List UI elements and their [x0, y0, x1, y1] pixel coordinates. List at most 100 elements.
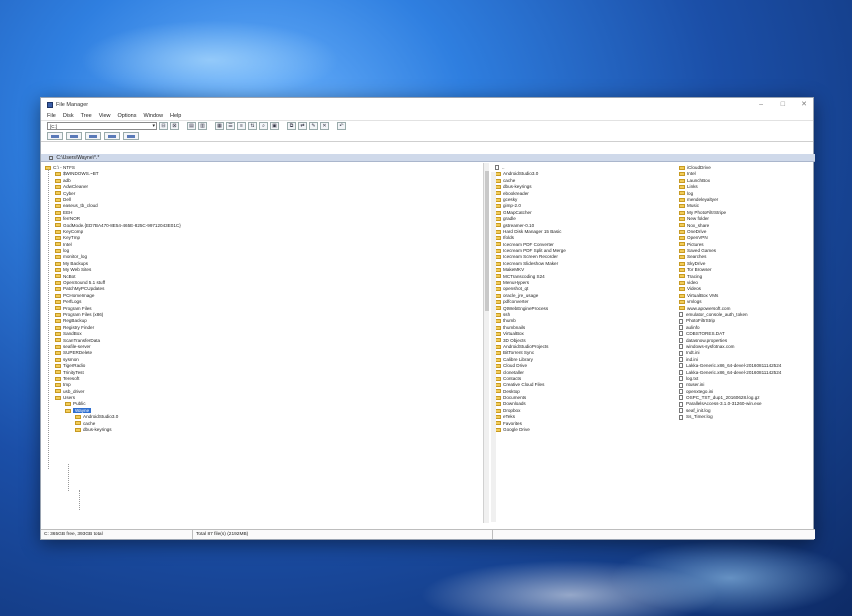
drive-button[interactable] [123, 132, 139, 140]
file-list-item[interactable]: Ss_Timer.log [679, 414, 781, 420]
file-name: ind.ini [686, 356, 699, 362]
tree-item-label: sysmon [63, 356, 79, 362]
tree-scrollbar[interactable] [483, 163, 489, 523]
tree-item[interactable]: dbus-keyrings [41, 427, 488, 433]
folder-icon [55, 293, 61, 298]
file-list-splitter[interactable] [491, 172, 496, 522]
drive-select[interactable]: [C:] ▾ [47, 122, 157, 130]
drive-button[interactable] [85, 132, 101, 140]
tree-item-label: Registry Finder [63, 324, 95, 330]
move-button[interactable]: ⇄ [298, 122, 307, 130]
file-name: ebookreader [503, 190, 529, 196]
folder-icon [55, 178, 61, 183]
disconnect-drive-button[interactable]: ⊠ [170, 122, 179, 130]
tree-item-label: usb_driver [63, 388, 85, 394]
file-icon [679, 331, 683, 337]
file-icon [679, 408, 683, 414]
large-icons-button[interactable]: ▦ [215, 122, 224, 130]
close-button[interactable]: ✕ [801, 101, 807, 109]
properties-button[interactable]: ▣ [270, 122, 279, 130]
menu-help[interactable]: Help [170, 113, 181, 119]
file-name: Videos [687, 286, 701, 292]
folder-icon [55, 268, 61, 273]
folder-icon [55, 344, 61, 349]
file-name: openshot_qt [503, 286, 529, 292]
maximize-button[interactable]: □ [781, 101, 785, 109]
delete-button[interactable]: ✕ [320, 122, 329, 130]
folder-icon [49, 155, 53, 160]
file-icon [679, 414, 683, 420]
drive-button[interactable] [66, 132, 82, 140]
file-icon [679, 395, 683, 401]
file-name: iCloudDrive [687, 165, 711, 170]
file-name: Searches [687, 254, 707, 260]
file-name: mendeleyaltyer [687, 196, 719, 202]
file-name: Icecream Slideshow Maker [503, 260, 559, 266]
menu-window[interactable]: Window [143, 113, 163, 119]
file-name: gcesky [503, 196, 518, 202]
window-title: File Manager [56, 102, 89, 108]
file-name: seaf_init.log [686, 407, 711, 413]
file-list-item[interactable]: Google Drive [495, 427, 566, 433]
folder-icon [679, 255, 685, 260]
list-view-button[interactable]: ☰ [226, 122, 235, 130]
stop-sharing-button[interactable]: ▥ [198, 122, 207, 130]
file-name: Tor Browser [687, 267, 712, 273]
selection-status: Total 87 file(s) (2192MB) [193, 530, 493, 539]
file-name: SkyDrive [687, 260, 706, 266]
folder-icon [55, 312, 61, 317]
file-name: Calibre Library [503, 356, 533, 362]
details-view-button[interactable]: ≡ [237, 122, 246, 130]
directory-tree: C:\ - NTFS $WINDOWS.~BT adb AdwCleaner Cyber… [41, 163, 489, 523]
chevron-down-icon: ▾ [152, 123, 155, 129]
tree-item-label: TigerRadio [63, 363, 86, 369]
file-name: Tracing [687, 273, 703, 279]
sort-button[interactable]: ⇅ [248, 122, 257, 130]
search-button[interactable]: ⌕ [259, 122, 268, 130]
folder-icon [55, 248, 61, 253]
tree-item-label: cache [83, 420, 96, 426]
file-name: PhotoFiltrStrip [686, 318, 716, 324]
file-name: vmlogs [687, 299, 702, 305]
connect-drive-button[interactable]: ⊟ [159, 122, 168, 130]
file-name: clonetaller [503, 369, 524, 375]
undo-button[interactable]: ↶ [337, 122, 346, 130]
file-name: VirtualBox VMs [687, 292, 719, 298]
file-name: datasnow.properties [686, 337, 728, 343]
menu-disk[interactable]: Disk [63, 113, 74, 119]
file-name: ParallelsAccess-3.1.0-31260-win.exe [686, 401, 762, 407]
file-icon [679, 318, 683, 324]
menu-tree[interactable]: Tree [81, 113, 92, 119]
menu-file[interactable]: File [47, 113, 56, 119]
menu-options[interactable]: Options [118, 113, 137, 119]
file-name: gstreamer-0.10 [503, 222, 535, 228]
menu-view[interactable]: View [99, 113, 111, 119]
file-name: Saved Games [687, 248, 717, 254]
file-name: windows-sysfotnax.com [686, 343, 735, 349]
tree-item-label: Dell [63, 196, 71, 202]
drive-button[interactable] [104, 132, 120, 140]
file-icon [679, 344, 683, 350]
file-name: Google Drive [503, 427, 530, 433]
rename-button[interactable]: ✎ [309, 122, 318, 130]
folder-icon [55, 229, 61, 234]
folder-icon [55, 319, 61, 324]
file-name: QtWebEngineProcess [503, 305, 549, 311]
file-name: Links [687, 184, 698, 190]
file-name: dbus-keyrings [503, 184, 532, 190]
copy-button[interactable]: ⧉ [287, 122, 296, 130]
parent-folder-icon [495, 165, 499, 171]
folder-icon [679, 191, 685, 196]
drive-button[interactable] [47, 132, 63, 140]
menu-bar: File Disk Tree View Options Window Help [41, 112, 813, 120]
folder-icon [55, 299, 61, 304]
file-name: Lakka-Generic.x86_64-devel-2016081114252… [686, 369, 782, 375]
file-icon [679, 382, 683, 388]
toolbar: [C:] ▾ ⊟ ⊠ ▤ ▥ ▦ ☰ ≡ ⇅ ⌕ ▣ ⧉ ⇄ ✎ ✕ ↶ [41, 120, 813, 131]
title-bar[interactable]: File Manager – □ ✕ [41, 98, 813, 112]
share-button[interactable]: ▤ [187, 122, 196, 130]
minimize-button[interactable]: – [759, 101, 763, 109]
file-name: MenuHypers [503, 280, 530, 286]
folder-icon [679, 242, 685, 247]
file-name: Pictures [687, 241, 704, 247]
